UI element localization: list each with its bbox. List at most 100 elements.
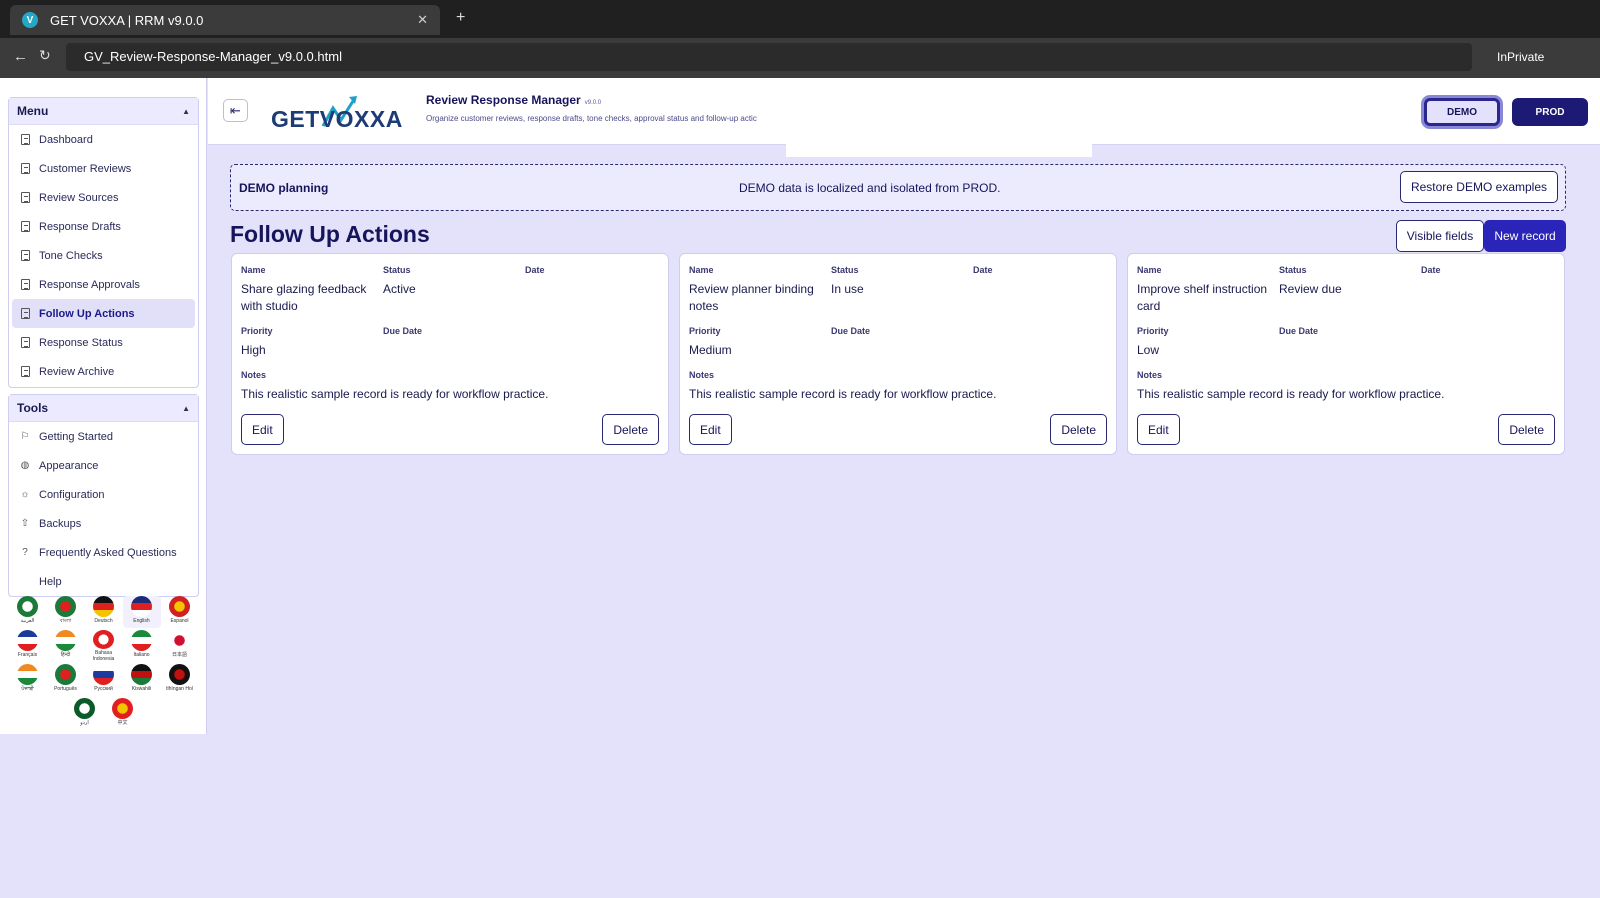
language-0[interactable]: العربية: [9, 596, 47, 628]
restore-demo-button[interactable]: Restore DEMO examples: [1399, 171, 1558, 203]
sidebar-item-label: Frequently Asked Questions: [39, 546, 177, 559]
flag-icon: [131, 630, 152, 651]
language-5[interactable]: Français: [9, 630, 47, 662]
url-input[interactable]: GV_Review-Response-Manager_v9.0.0.html: [66, 43, 1472, 71]
visible-fields-button[interactable]: Visible fields: [1396, 220, 1484, 252]
tools-panel-header[interactable]: Tools ▲: [9, 395, 198, 422]
browser-tab-bar: V GET VOXXA | RRM v9.0.0 ✕ +: [0, 0, 1600, 38]
close-icon[interactable]: ✕: [417, 12, 428, 28]
document-icon: [19, 221, 31, 233]
flag-icon: [17, 596, 38, 617]
language-name: English: [133, 618, 150, 624]
delete-button[interactable]: Delete: [1498, 414, 1555, 445]
document-icon: [19, 134, 31, 146]
sidebar-item-backups[interactable]: ⇧ Backups: [9, 509, 198, 538]
notes-label: Notes: [241, 370, 267, 380]
edit-button[interactable]: Edit: [689, 414, 732, 445]
reload-icon[interactable]: ↻: [39, 47, 51, 64]
language-name: Espanol: [170, 618, 189, 624]
due-date-label: Due Date: [1279, 326, 1319, 336]
language-7[interactable]: Bahasa Indonesia: [85, 630, 123, 662]
language-13[interactable]: Kiswahili: [123, 664, 161, 696]
sidebar-item-response-approvals[interactable]: Response Approvals: [9, 270, 198, 299]
document-shape: [20, 337, 30, 348]
sidebar-item-label: Dashboard: [39, 133, 93, 146]
sidebar-toggle-button[interactable]: ⇤: [223, 99, 248, 122]
date-label: Date: [525, 265, 545, 275]
language-16[interactable]: 中文: [104, 698, 142, 730]
tab-title: GET VOXXA | RRM v9.0.0: [50, 12, 204, 28]
delete-button[interactable]: Delete: [1050, 414, 1107, 445]
sidebar-item-label: Help: [39, 575, 62, 588]
sidebar-item-response-status[interactable]: Response Status: [9, 328, 198, 357]
caret-up-icon[interactable]: ▲: [182, 404, 190, 413]
language-11[interactable]: Português: [47, 664, 85, 696]
new-record-button[interactable]: New record: [1484, 220, 1566, 252]
language-10[interactable]: ਪੰਜਾਬੀ: [9, 664, 47, 696]
language-3[interactable]: English: [122, 596, 161, 628]
sidebar-item-label: Review Archive: [39, 365, 115, 378]
back-arrow-icon[interactable]: ←: [13, 48, 28, 65]
sidebar-item-customer-reviews[interactable]: Customer Reviews: [9, 154, 198, 183]
delete-button[interactable]: Delete: [602, 414, 659, 445]
language-name: Français: [17, 652, 38, 658]
language-2[interactable]: Deutsch: [85, 596, 123, 628]
language-9[interactable]: 日本語: [161, 630, 199, 662]
language-name: 中文: [117, 720, 128, 726]
language-4[interactable]: Espanol: [161, 596, 199, 628]
sidebar-item-tone-checks[interactable]: Tone Checks: [9, 241, 198, 270]
record-card: Name Status Date Review planner binding not…: [679, 253, 1117, 455]
language-8[interactable]: Italiano: [123, 630, 161, 662]
flag-icon: [112, 698, 133, 719]
app-title-text: Review Response Manager: [426, 93, 581, 107]
record-name: Review planner binding notes: [689, 282, 814, 313]
document-icon: [19, 279, 31, 291]
status-label: Status: [1279, 265, 1307, 275]
tools-panel: Tools ▲ ⚐ Getting Started ◍ Appearance ☼ Conf…: [8, 394, 199, 597]
flag-icon: [17, 630, 38, 651]
language-12[interactable]: Русский: [85, 664, 123, 696]
language-6[interactable]: हिन्दी: [47, 630, 85, 662]
sidebar-item-label: Configuration: [39, 488, 105, 501]
sidebar-item-appearance[interactable]: ◍ Appearance: [9, 451, 198, 480]
language-15[interactable]: اردو: [66, 698, 104, 730]
record-status: Review due: [1279, 282, 1342, 296]
sidebar-item-label: Appearance: [39, 459, 99, 472]
sidebar-item-getting-started[interactable]: ⚐ Getting Started: [9, 422, 198, 451]
flag-icon: [93, 664, 114, 685]
document-shape: [20, 134, 30, 145]
name-label: Name: [241, 265, 266, 275]
sidebar-item-follow-up-actions[interactable]: Follow Up Actions: [12, 299, 195, 328]
menu-list: Dashboard Customer Reviews Review Sources R…: [9, 125, 198, 386]
sidebar-item-response-drafts[interactable]: Response Drafts: [9, 212, 198, 241]
sidebar-item-dashboard[interactable]: Dashboard: [9, 125, 198, 154]
caret-up-icon[interactable]: ▲: [182, 107, 190, 116]
language-14[interactable]: tlhIngan Hol: [161, 664, 199, 696]
language-name: Português: [54, 686, 77, 692]
sidebar-item-frequently-asked-questions[interactable]: ? Frequently Asked Questions: [9, 538, 198, 567]
language-name: Русский: [94, 686, 113, 692]
sidebar-item-review-sources[interactable]: Review Sources: [9, 183, 198, 212]
sidebar-item-configuration[interactable]: ☼ Configuration: [9, 480, 198, 509]
sidebar-item-review-archive[interactable]: Review Archive: [9, 357, 198, 386]
new-tab-icon[interactable]: +: [456, 9, 465, 27]
menu-panel-header[interactable]: Menu ▲: [9, 98, 198, 125]
record-card: Name Status Date Improve shelf instruction …: [1127, 253, 1565, 455]
document-icon: [19, 366, 31, 378]
demo-banner: DEMO planning DEMO data is localized and…: [230, 164, 1566, 211]
date-label: Date: [973, 265, 993, 275]
demo-env-button[interactable]: DEMO: [1424, 98, 1500, 126]
language-name: اردو: [80, 720, 89, 726]
record-notes: This realistic sample record is ready fo…: [241, 387, 549, 401]
inprivate-badge[interactable]: InPrivate: [1497, 50, 1544, 64]
document-shape: [20, 221, 30, 232]
sidebar-item-help[interactable]: Help: [9, 567, 198, 596]
language-name: Italiano: [133, 652, 150, 658]
edit-button[interactable]: Edit: [241, 414, 284, 445]
edit-button[interactable]: Edit: [1137, 414, 1180, 445]
language-1[interactable]: বাংলা: [47, 596, 85, 628]
prod-env-button[interactable]: PROD: [1512, 98, 1588, 126]
browser-tab[interactable]: V GET VOXXA | RRM v9.0.0 ✕: [10, 5, 440, 35]
document-icon: [19, 308, 31, 320]
sidebar: Menu ▲ Dashboard Customer Reviews Review S…: [0, 78, 207, 734]
